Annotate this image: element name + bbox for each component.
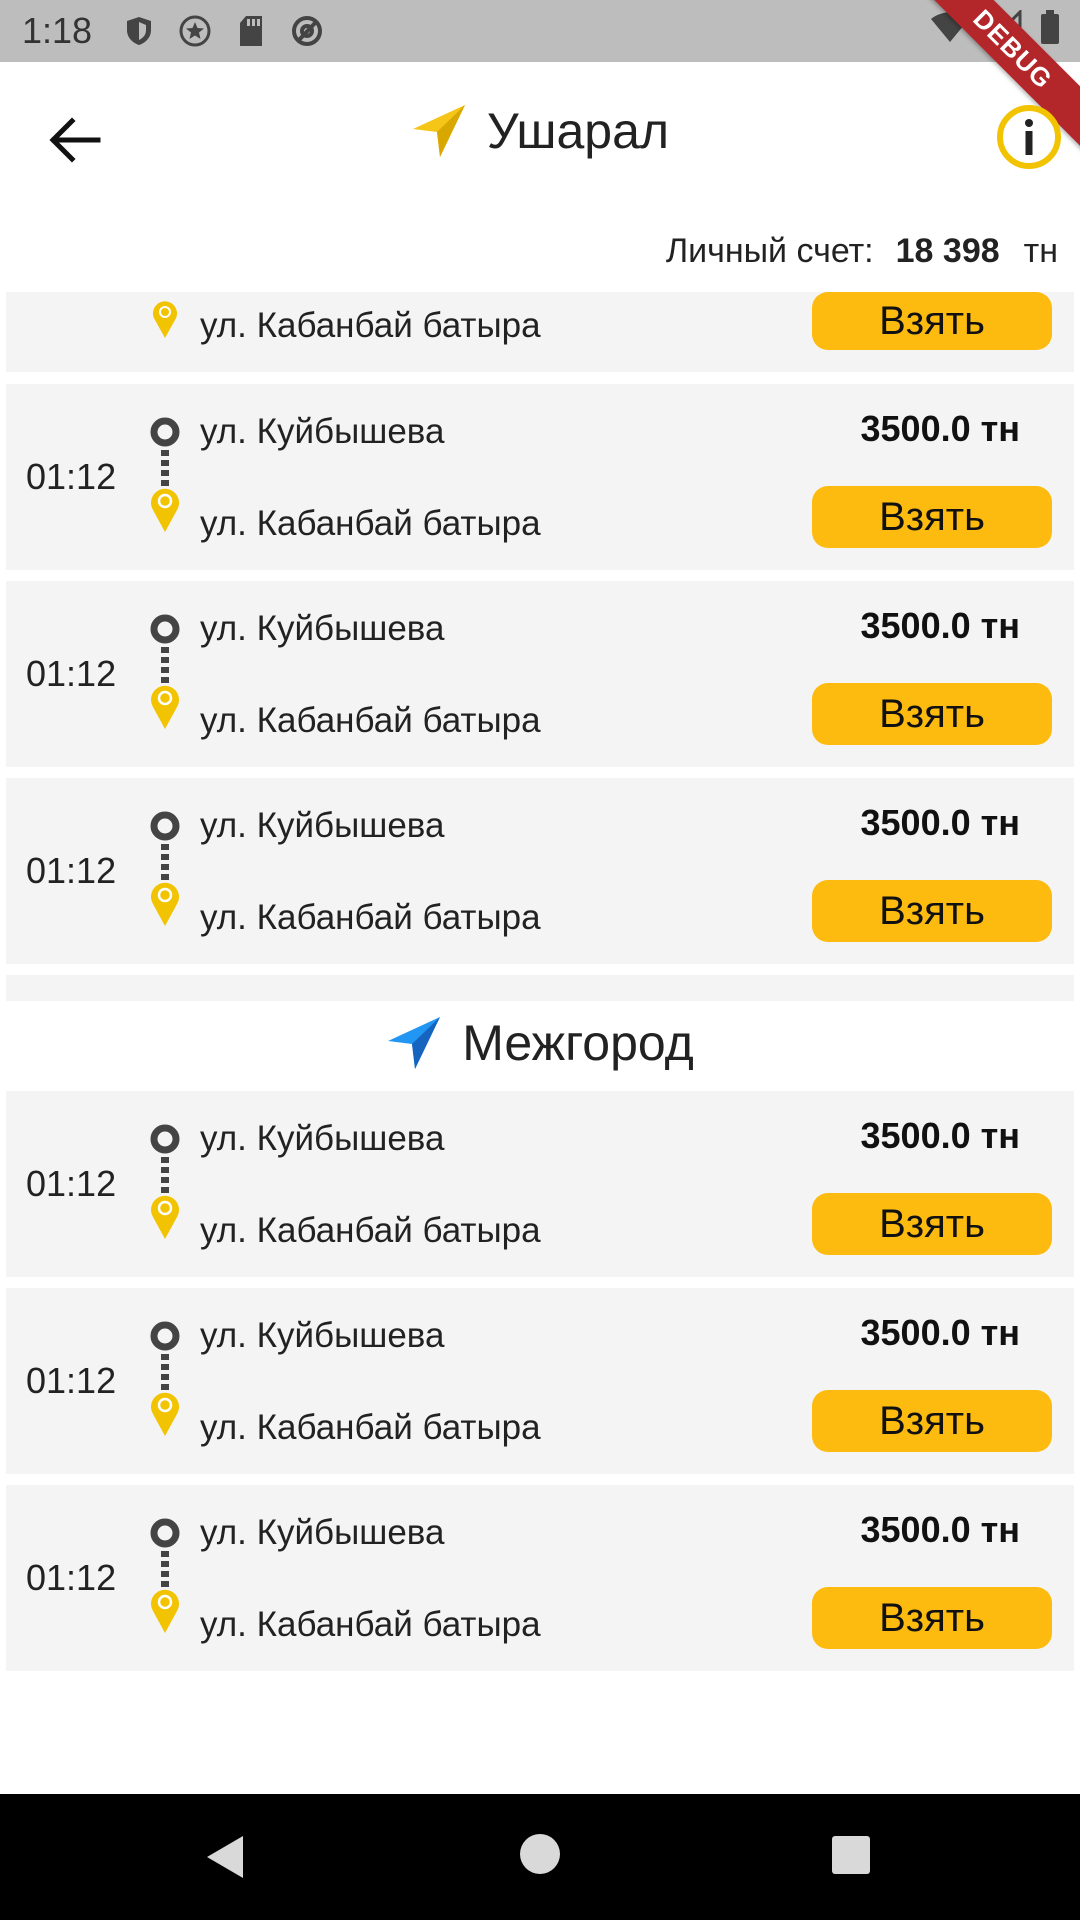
shield-icon — [127, 17, 152, 45]
order-card: 01:12 ул. Куйбышева ул. Кабанбай батыра … — [6, 1288, 1074, 1474]
order-price: 3500.0 тн — [860, 1312, 1021, 1353]
order-to: ул. Кабанбай батыра — [200, 504, 541, 543]
take-button[interactable]: Взять — [812, 1390, 1052, 1452]
navigation-arrow-icon — [412, 105, 465, 157]
order-time: 01:12 — [26, 850, 117, 891]
take-button[interactable]: Взять — [812, 1587, 1052, 1649]
section-divider — [6, 975, 1074, 1001]
order-card: 01:12 ул. Куйбышева ул. Кабанбай батыра … — [6, 581, 1074, 767]
order-card-partial: ул. Кабанбай батыра Взять — [6, 292, 1074, 372]
order-to: ул. Кабанбай батыра — [200, 898, 541, 937]
sd-card-icon — [240, 16, 263, 46]
order-card: 01:12 ул. Куйбышева ул. Кабанбай батыра … — [6, 1485, 1074, 1671]
balance-label: Личный счет: — [665, 232, 874, 270]
order-price: 3500.0 тн — [860, 1509, 1021, 1550]
system-nav-bar — [0, 1794, 1080, 1920]
nav-back-icon[interactable] — [205, 1834, 245, 1880]
order-price: 3500.0 тн — [860, 408, 1021, 449]
order-to: ул. Кабанбай батыра — [200, 1211, 541, 1250]
route-icon — [150, 417, 180, 532]
info-icon[interactable] — [996, 104, 1062, 170]
route-icon — [150, 1518, 180, 1633]
balance-currency: тн — [1023, 232, 1058, 270]
order-from: ул. Куйбышева — [200, 412, 445, 451]
order-time: 01:12 — [26, 1163, 117, 1204]
title-wrap: Ушарал — [0, 102, 1080, 160]
destination-pin-icon — [153, 301, 177, 338]
order-to: ул. Кабанбай батыра — [200, 306, 541, 345]
order-card: 01:12 ул. Куйбышева ул. Кабанбай батыра … — [6, 384, 1074, 570]
order-from: ул. Куйбышева — [200, 1316, 445, 1355]
order-from: ул. Куйбышева — [200, 1119, 445, 1158]
order-from: ул. Куйбышева — [200, 1513, 445, 1552]
take-button[interactable]: Взять — [812, 880, 1052, 942]
balance: Личный счет: 18 398 тн — [666, 232, 1058, 271]
take-button[interactable]: Взять — [812, 486, 1052, 548]
order-to: ул. Кабанбай батыра — [200, 1408, 541, 1447]
route-icon — [150, 1124, 180, 1239]
order-price: 3500.0 тн — [860, 605, 1021, 646]
orders-list[interactable]: ул. Кабанбай батыра Взять 01:12 ул. Куйб… — [0, 292, 1080, 1792]
order-time: 01:12 — [26, 653, 117, 694]
at-sign-icon — [292, 16, 323, 46]
status-time: 1:18 — [22, 10, 93, 51]
route-icon — [150, 811, 180, 926]
order-from: ул. Куйбышева — [200, 609, 445, 648]
route-icon — [150, 614, 180, 729]
battery-icon — [1041, 10, 1059, 44]
nav-recents-icon[interactable] — [832, 1836, 870, 1874]
order-price: 3500.0 тн — [860, 1115, 1021, 1156]
status-bar: 1:18 — [0, 0, 1080, 62]
order-card: 01:12 ул. Куйбышева ул. Кабанбай батыра … — [6, 778, 1074, 964]
status-icons — [126, 14, 324, 48]
section-title: Межгород — [462, 1015, 694, 1071]
app-bar: Ушарал — [0, 62, 1080, 212]
order-time: 01:12 — [26, 456, 117, 497]
order-time: 01:12 — [26, 1360, 117, 1401]
order-price: 3500.0 тн — [860, 802, 1021, 843]
page-title: Ушарал — [486, 103, 670, 159]
order-to: ул. Кабанбай батыра — [200, 701, 541, 740]
take-button[interactable]: Взять — [812, 292, 1052, 350]
order-card: 01:12 ул. Куйбышева ул. Кабанбай батыра … — [6, 1091, 1074, 1277]
balance-amount: 18 398 — [895, 232, 1000, 270]
star-badge-icon — [179, 15, 211, 47]
route-icon — [150, 1321, 180, 1436]
order-to: ул. Кабанбай батыра — [200, 1605, 541, 1644]
order-time: 01:12 — [26, 1557, 117, 1598]
order-from: ул. Куйбышева — [200, 806, 445, 845]
take-button[interactable]: Взять — [812, 1193, 1052, 1255]
navigation-arrow-icon — [388, 1017, 441, 1069]
nav-home-icon[interactable] — [520, 1834, 560, 1874]
intercity-section-header: Межгород — [0, 1014, 1080, 1072]
take-button[interactable]: Взять — [812, 683, 1052, 745]
